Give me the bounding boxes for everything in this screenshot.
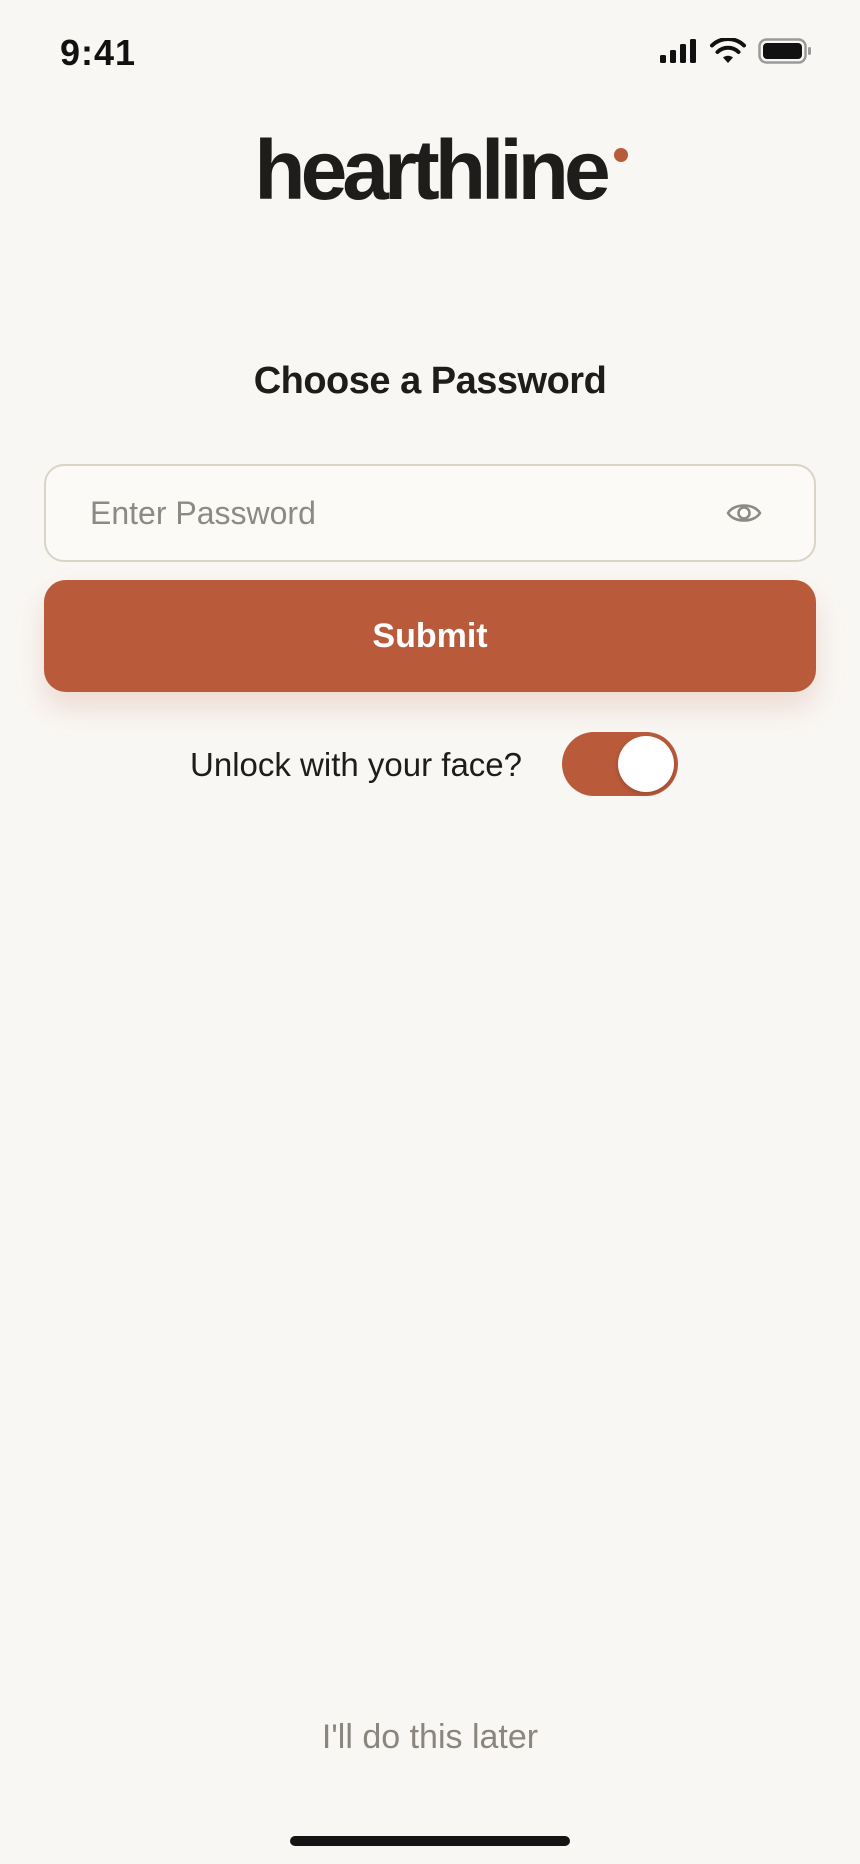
face-unlock-label: Unlock with your face? [190,746,522,783]
password-field [44,464,816,562]
status-bar: 9:41 [0,0,860,110]
password-input[interactable] [90,466,690,560]
face-unlock-row: Unlock with your face? [0,728,860,798]
brand-logo-text: hearthline [254,123,610,217]
do-later-link[interactable]: I'll do this later [0,1718,860,1757]
face-unlock-toggle[interactable] [562,732,678,796]
status-icons [660,38,812,64]
home-indicator [290,1836,570,1846]
eye-icon[interactable] [726,497,762,529]
submit-button[interactable]: Submit [44,580,816,692]
battery-icon [758,38,811,64]
signal-bars-icon [660,39,696,63]
page-title: Choose a Password [253,360,607,402]
brand-logo: hearthline [254,128,628,212]
toggle-knob [618,736,674,792]
logo-area: hearthline [0,128,860,212]
brand-logo-dot [613,148,628,162]
status-time: 9:41 [60,32,137,73]
wifi-icon [710,38,746,63]
